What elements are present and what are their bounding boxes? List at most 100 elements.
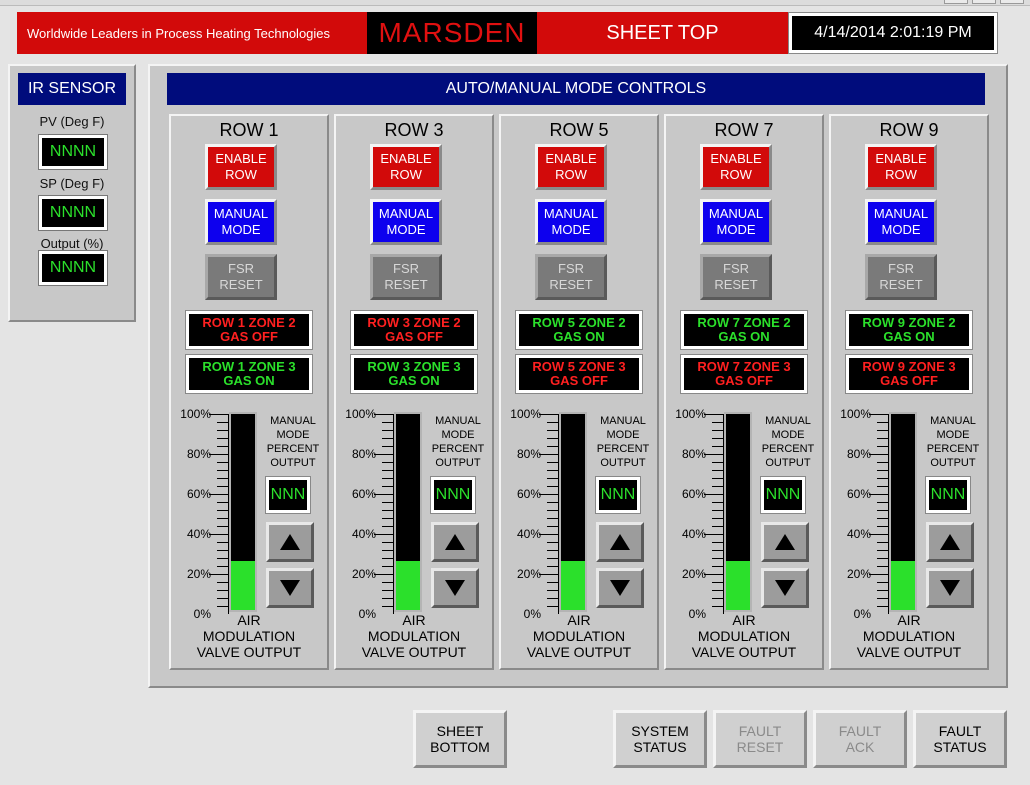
- zone3-gas-status: ROW 9 ZONE 3 GAS OFF: [849, 358, 969, 390]
- scale-tick-label: 40%: [516, 527, 541, 541]
- scale-tick-label: 20%: [516, 567, 541, 581]
- manual-percent-frame: NNN: [430, 476, 476, 514]
- window-controls: [944, 0, 1024, 4]
- decrease-button[interactable]: [761, 568, 809, 608]
- header-tagline: Worldwide Leaders in Process Heating Tec…: [17, 12, 367, 54]
- decrease-button[interactable]: [431, 568, 479, 608]
- manual-percent-value[interactable]: NNN: [764, 480, 802, 510]
- arrow-up-icon: [280, 534, 300, 550]
- manual-percent-frame: NNN: [265, 476, 311, 514]
- enable-row-button[interactable]: ENABLE ROW: [865, 144, 937, 190]
- minimize-icon[interactable]: [944, 0, 968, 4]
- manual-percent-value[interactable]: NNN: [269, 480, 307, 510]
- row-control-column: ROW 9 ENABLE ROW MANUAL MODE FSR RESET ROW 9…: [829, 114, 989, 670]
- zone2-status-frame: ROW 5 ZONE 2 GAS ON: [515, 310, 643, 350]
- fsr-reset-button[interactable]: FSR RESET: [865, 254, 937, 300]
- manual-percent-value[interactable]: NNN: [929, 480, 967, 510]
- enable-row-button[interactable]: ENABLE ROW: [205, 144, 277, 190]
- scale-tick-label: 60%: [186, 487, 211, 501]
- manual-mode-button[interactable]: MANUAL MODE: [205, 199, 277, 245]
- manual-mode-button[interactable]: MANUAL MODE: [865, 199, 937, 245]
- zone3-gas-status: ROW 7 ZONE 3 GAS OFF: [684, 358, 804, 390]
- scale-tick-label: 60%: [351, 487, 376, 501]
- output-value: NNNN: [42, 254, 104, 282]
- sheet-bottom-button[interactable]: SHEET BOTTOM: [413, 710, 507, 768]
- enable-row-button[interactable]: ENABLE ROW: [370, 144, 442, 190]
- air-valve-bar: [229, 412, 257, 612]
- air-valve-label: AIR MODULATION VALVE OUTPUT: [856, 612, 962, 660]
- sp-label: SP (Deg F): [39, 176, 105, 191]
- air-valve-label: AIR MODULATION VALVE OUTPUT: [526, 612, 632, 660]
- zone3-status-frame: ROW 9 ZONE 3 GAS OFF: [845, 354, 973, 394]
- manual-mode-button[interactable]: MANUAL MODE: [700, 199, 772, 245]
- increase-button[interactable]: [431, 522, 479, 562]
- arrow-down-icon: [610, 580, 630, 596]
- arrow-down-icon: [775, 580, 795, 596]
- scale-tick-label: 60%: [516, 487, 541, 501]
- zone3-gas-status: ROW 3 ZONE 3 GAS ON: [354, 358, 474, 390]
- scale-tick-label: 80%: [681, 447, 706, 461]
- row-title: ROW 5: [549, 120, 609, 140]
- ir-sensor-title: IR SENSOR: [18, 73, 126, 105]
- increase-button[interactable]: [266, 522, 314, 562]
- zone2-gas-status: ROW 7 ZONE 2 GAS ON: [684, 314, 804, 346]
- marsden-logo: MARSDEN: [367, 12, 537, 54]
- pv-display-frame: NNNN: [38, 134, 108, 170]
- increase-button[interactable]: [926, 522, 974, 562]
- arrow-down-icon: [280, 580, 300, 596]
- fsr-reset-button[interactable]: FSR RESET: [700, 254, 772, 300]
- maximize-icon[interactable]: [972, 0, 996, 4]
- valve-scale-ticks: [209, 414, 229, 614]
- scale-tick-label: 40%: [681, 527, 706, 541]
- arrow-up-icon: [445, 534, 465, 550]
- air-valve-bar-fill: [891, 561, 915, 610]
- arrow-up-icon: [775, 534, 795, 550]
- scale-tick-label: 60%: [846, 487, 871, 501]
- fault-reset-button[interactable]: FAULT RESET: [713, 710, 807, 768]
- valve-scale-ticks: [539, 414, 559, 614]
- fsr-reset-button[interactable]: FSR RESET: [535, 254, 607, 300]
- scale-tick-label: 100%: [180, 407, 211, 421]
- zone2-status-frame: ROW 7 ZONE 2 GAS ON: [680, 310, 808, 350]
- scale-tick-label: 40%: [351, 527, 376, 541]
- zone2-gas-status: ROW 1 ZONE 2 GAS OFF: [189, 314, 309, 346]
- system-status-button[interactable]: SYSTEM STATUS: [613, 710, 707, 768]
- enable-row-button[interactable]: ENABLE ROW: [535, 144, 607, 190]
- row-control-column: ROW 3 ENABLE ROW MANUAL MODE FSR RESET ROW 3…: [334, 114, 494, 670]
- scale-tick-label: 20%: [846, 567, 871, 581]
- air-valve-bar: [559, 412, 587, 612]
- fsr-reset-button[interactable]: FSR RESET: [370, 254, 442, 300]
- fault-status-button[interactable]: FAULT STATUS: [913, 710, 1007, 768]
- increase-button[interactable]: [596, 522, 644, 562]
- scale-tick-label: 100%: [510, 407, 541, 421]
- manual-percent-frame: NNN: [760, 476, 806, 514]
- zone2-status-frame: ROW 3 ZONE 2 GAS OFF: [350, 310, 478, 350]
- air-valve-label: AIR MODULATION VALVE OUTPUT: [361, 612, 467, 660]
- fsr-reset-button[interactable]: FSR RESET: [205, 254, 277, 300]
- row-title: ROW 7: [714, 120, 774, 140]
- scale-tick-label: 80%: [846, 447, 871, 461]
- air-valve-label: AIR MODULATION VALVE OUTPUT: [196, 612, 302, 660]
- auto-manual-panel: AUTO/MANUAL MODE CONTROLS ROW 1 ENABLE RO…: [148, 64, 1008, 688]
- manual-percent-value[interactable]: NNN: [434, 480, 472, 510]
- air-valve-bar: [724, 412, 752, 612]
- manual-mode-button[interactable]: MANUAL MODE: [370, 199, 442, 245]
- decrease-button[interactable]: [926, 568, 974, 608]
- scale-tick-label: 80%: [186, 447, 211, 461]
- manual-mode-button[interactable]: MANUAL MODE: [535, 199, 607, 245]
- decrease-button[interactable]: [596, 568, 644, 608]
- zone2-gas-status: ROW 5 ZONE 2 GAS ON: [519, 314, 639, 346]
- scale-tick-label: 100%: [345, 407, 376, 421]
- increase-button[interactable]: [761, 522, 809, 562]
- air-valve-bar-fill: [231, 561, 255, 610]
- enable-row-button[interactable]: ENABLE ROW: [700, 144, 772, 190]
- decrease-button[interactable]: [266, 568, 314, 608]
- manual-percent-label: MANUAL MODE PERCENT OUTPUT: [596, 415, 650, 469]
- arrow-down-icon: [940, 580, 960, 596]
- zone3-status-frame: ROW 5 ZONE 3 GAS OFF: [515, 354, 643, 394]
- manual-percent-label: MANUAL MODE PERCENT OUTPUT: [926, 415, 980, 469]
- manual-percent-value[interactable]: NNN: [599, 480, 637, 510]
- close-icon[interactable]: [1000, 0, 1024, 4]
- fault-ack-button[interactable]: FAULT ACK: [813, 710, 907, 768]
- sp-display-frame: NNNN: [38, 195, 108, 231]
